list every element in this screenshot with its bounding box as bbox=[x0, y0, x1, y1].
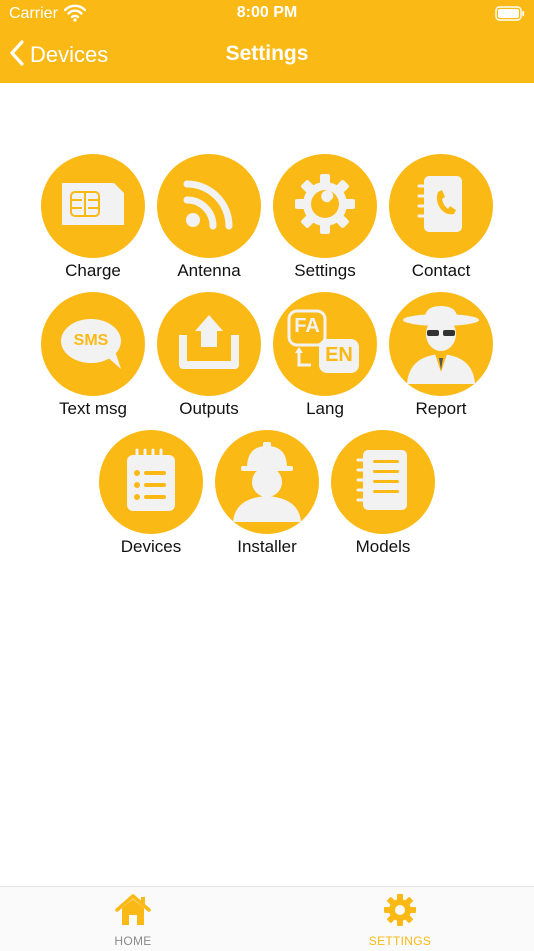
notepad-list-icon bbox=[123, 447, 179, 518]
tile-circle bbox=[99, 430, 203, 534]
tile-circle bbox=[389, 292, 493, 396]
back-button-label: Devices bbox=[30, 42, 109, 67]
agent-icon bbox=[399, 300, 483, 389]
lang-a-text: FA bbox=[294, 315, 320, 337]
tab-home-label: HOME bbox=[114, 934, 152, 948]
antenna-signal-icon bbox=[181, 176, 237, 237]
tile-circle bbox=[157, 292, 261, 396]
language-fa-en-icon: FA EN bbox=[287, 309, 363, 379]
tile-antenna[interactable]: Antenna bbox=[151, 154, 267, 284]
tile-label: Charge bbox=[65, 261, 121, 280]
upload-tray-icon bbox=[177, 311, 241, 378]
tile-circle bbox=[389, 154, 493, 258]
tile-label: Settings bbox=[294, 261, 356, 280]
home-icon bbox=[114, 893, 152, 932]
tile-circle bbox=[215, 430, 319, 534]
tile-circle bbox=[41, 154, 145, 258]
tile-label: Models bbox=[355, 537, 411, 556]
battery-icon bbox=[495, 6, 525, 26]
tile-label: Antenna bbox=[177, 261, 241, 280]
tab-bar: HOME SETTINGS bbox=[0, 886, 534, 951]
notebook-lines-icon bbox=[355, 446, 411, 519]
header: Carrier 8:00 PM Devices Settings bbox=[0, 0, 534, 83]
tile-outputs[interactable]: Outputs bbox=[151, 292, 267, 422]
phonebook-icon bbox=[416, 172, 466, 241]
status-time: 8:00 PM bbox=[236, 4, 298, 21]
gear-wrench-icon bbox=[292, 171, 358, 242]
tile-contact[interactable]: Contact bbox=[383, 154, 499, 284]
lang-b-text: EN bbox=[325, 344, 353, 366]
tile-label: Report bbox=[415, 399, 467, 418]
status-bar: Carrier 8:00 PM bbox=[0, 0, 534, 28]
tab-home[interactable]: HOME bbox=[63, 893, 203, 951]
sim-card-icon bbox=[58, 179, 128, 234]
tile-lang[interactable]: FA EN Lang bbox=[267, 292, 383, 422]
tile-devices[interactable]: Devices bbox=[93, 430, 209, 560]
tab-settings-label: SETTINGS bbox=[368, 934, 432, 948]
tile-models[interactable]: Models bbox=[325, 430, 441, 560]
tile-label: Contact bbox=[411, 261, 471, 280]
tab-settings[interactable]: SETTINGS bbox=[330, 893, 470, 951]
tile-label: Lang bbox=[306, 399, 344, 418]
tile-label: Outputs bbox=[179, 399, 239, 418]
chevron-left-icon bbox=[10, 39, 24, 71]
sms-bubble-icon: SMS bbox=[59, 315, 127, 373]
navigation-bar: Devices Settings bbox=[0, 28, 534, 83]
tile-circle: FA EN bbox=[273, 292, 377, 396]
tile-report[interactable]: Report bbox=[383, 292, 499, 422]
tile-installer[interactable]: Installer bbox=[209, 430, 325, 560]
tile-charge[interactable]: Charge bbox=[35, 154, 151, 284]
gear-icon bbox=[383, 893, 417, 932]
sms-badge-text: SMS bbox=[73, 332, 109, 349]
tile-circle bbox=[273, 154, 377, 258]
worker-helmet-icon bbox=[227, 438, 307, 527]
tile-label: Devices bbox=[120, 537, 182, 556]
tile-text-msg[interactable]: SMS Text msg bbox=[35, 292, 151, 422]
tile-label: Text msg bbox=[58, 399, 128, 418]
tile-circle bbox=[331, 430, 435, 534]
tile-circle: SMS bbox=[41, 292, 145, 396]
tile-settings[interactable]: Settings bbox=[267, 154, 383, 284]
back-button[interactable]: Devices bbox=[10, 39, 109, 71]
tile-circle bbox=[157, 154, 261, 258]
tile-label: Installer bbox=[237, 537, 297, 556]
